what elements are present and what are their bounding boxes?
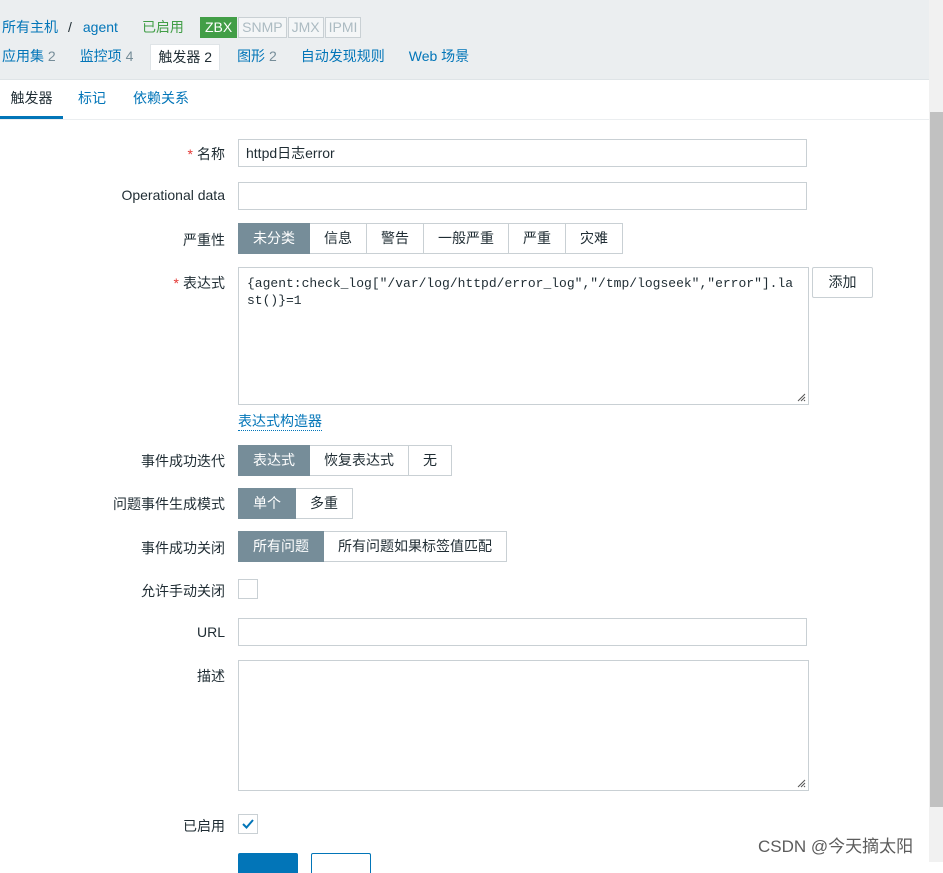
- tab-applications[interactable]: 应用集 2: [0, 44, 63, 69]
- expression-label: * 表达式: [174, 273, 225, 293]
- url-input[interactable]: [238, 618, 807, 646]
- tab-graphs[interactable]: 图形 2: [230, 44, 284, 69]
- problem-mode-radio-group: 单个 多重: [238, 488, 353, 519]
- ok-event-radio-group: 表达式 恢复表达式 无: [238, 445, 452, 476]
- ok-event-label: 事件成功迭代: [141, 453, 225, 469]
- severity-label: 严重性: [183, 232, 225, 248]
- ok-close-all-problems[interactable]: 所有问题: [238, 531, 324, 562]
- interface-tag-zbx: ZBX: [199, 16, 238, 38]
- severity-disaster[interactable]: 灾难: [566, 223, 623, 254]
- host-tabs: 应用集 2 监控项 4 触发器 2 图形 2 自动发现规则 Web 场景: [0, 44, 486, 71]
- subtab-dependencies[interactable]: 依赖关系: [133, 80, 189, 117]
- tab-label: 图形: [237, 48, 266, 64]
- add-expression-button[interactable]: 添加: [812, 267, 873, 298]
- required-mark: *: [173, 275, 179, 291]
- breadcrumb-all-hosts[interactable]: 所有主机: [2, 17, 58, 37]
- problem-mode-multiple[interactable]: 多重: [296, 488, 353, 519]
- enabled-checkbox[interactable]: [238, 814, 258, 834]
- update-button[interactable]: [238, 853, 298, 873]
- tab-count: 4: [125, 48, 134, 64]
- watermark: CSDN @今天摘太阳: [758, 837, 914, 856]
- manual-close-label: 允许手动关闭: [141, 583, 225, 599]
- url-label: URL: [196, 624, 225, 640]
- tab-web-scenarios[interactable]: Web 场景: [402, 44, 476, 69]
- severity-information[interactable]: 信息: [310, 223, 367, 254]
- scrollbar-thumb[interactable]: [930, 112, 943, 807]
- severity-not-classified[interactable]: 未分类: [238, 223, 310, 254]
- description-label: 描述: [197, 668, 225, 684]
- resize-grip-icon[interactable]: [796, 392, 806, 402]
- interface-tag-jmx: JMX: [287, 16, 324, 38]
- expression-label-text: 表达式: [183, 275, 225, 291]
- tab-items[interactable]: 监控项 4: [73, 44, 141, 69]
- operational-data-label: Operational data: [121, 187, 225, 203]
- description-textarea[interactable]: [238, 660, 809, 791]
- tab-label: 应用集: [2, 48, 44, 64]
- tab-label: Web 场景: [408, 48, 470, 64]
- problem-mode-single[interactable]: 单个: [238, 488, 296, 519]
- severity-average[interactable]: 一般严重: [424, 223, 509, 254]
- manual-close-checkbox[interactable]: [238, 579, 258, 599]
- tab-label: 监控项: [79, 48, 122, 64]
- severity-radio-group: 未分类 信息 警告 一般严重 严重 灾难: [238, 223, 623, 254]
- ok-close-label: 事件成功关闭: [141, 540, 225, 556]
- ok-event-recovery-expression[interactable]: 恢复表达式: [310, 445, 409, 476]
- required-mark: *: [187, 146, 193, 162]
- subtab-trigger[interactable]: 触发器: [0, 80, 63, 119]
- interface-tags: ZBX SNMP JMX IPMI: [199, 16, 362, 38]
- interface-tag-snmp: SNMP: [238, 16, 287, 38]
- ok-event-none[interactable]: 无: [409, 445, 452, 476]
- name-label: * 名称: [188, 144, 225, 164]
- name-label-text: 名称: [197, 146, 225, 162]
- checkmark-icon: [242, 819, 254, 829]
- ok-close-radio-group: 所有问题 所有问题如果标签值匹配: [238, 531, 507, 562]
- breadcrumb-host[interactable]: agent: [83, 19, 118, 35]
- operational-data-input[interactable]: [238, 182, 807, 210]
- tab-discovery-rules[interactable]: 自动发现规则: [294, 44, 392, 69]
- tab-count: 2: [47, 48, 56, 64]
- tab-label: 触发器: [158, 49, 201, 65]
- subtab-tags[interactable]: 标记: [78, 80, 106, 117]
- expression-builder-link[interactable]: 表达式构造器: [238, 412, 322, 431]
- severity-warning[interactable]: 警告: [367, 223, 424, 254]
- severity-high[interactable]: 严重: [509, 223, 566, 254]
- expression-text: {agent:check_log["/var/log/httpd/error_l…: [247, 276, 794, 308]
- host-status[interactable]: 已启用: [142, 17, 184, 37]
- name-input[interactable]: httpd日志error: [238, 139, 807, 167]
- tab-count: 2: [204, 49, 213, 65]
- tab-label: 自动发现规则: [300, 48, 385, 64]
- breadcrumb: 所有主机 / agent 已启用 ZBX SNMP JMX IPMI: [2, 16, 362, 38]
- enabled-label: 已启用: [183, 818, 225, 834]
- tab-count: 2: [268, 48, 277, 64]
- host-header: 所有主机 / agent 已启用 ZBX SNMP JMX IPMI 应用集 2…: [0, 0, 929, 80]
- ok-close-tag-match[interactable]: 所有问题如果标签值匹配: [324, 531, 507, 562]
- ok-event-expression[interactable]: 表达式: [238, 445, 310, 476]
- problem-mode-label: 问题事件生成模式: [113, 496, 225, 512]
- form-tabs: 触发器 标记 依赖关系: [0, 80, 929, 120]
- breadcrumb-separator: /: [68, 19, 72, 35]
- resize-grip-icon[interactable]: [796, 778, 806, 788]
- tab-triggers[interactable]: 触发器 2: [150, 44, 221, 70]
- vertical-scrollbar[interactable]: [929, 0, 943, 862]
- interface-tag-ipmi: IPMI: [324, 16, 362, 38]
- expression-textarea[interactable]: {agent:check_log["/var/log/httpd/error_l…: [238, 267, 809, 405]
- clone-button[interactable]: [311, 853, 371, 873]
